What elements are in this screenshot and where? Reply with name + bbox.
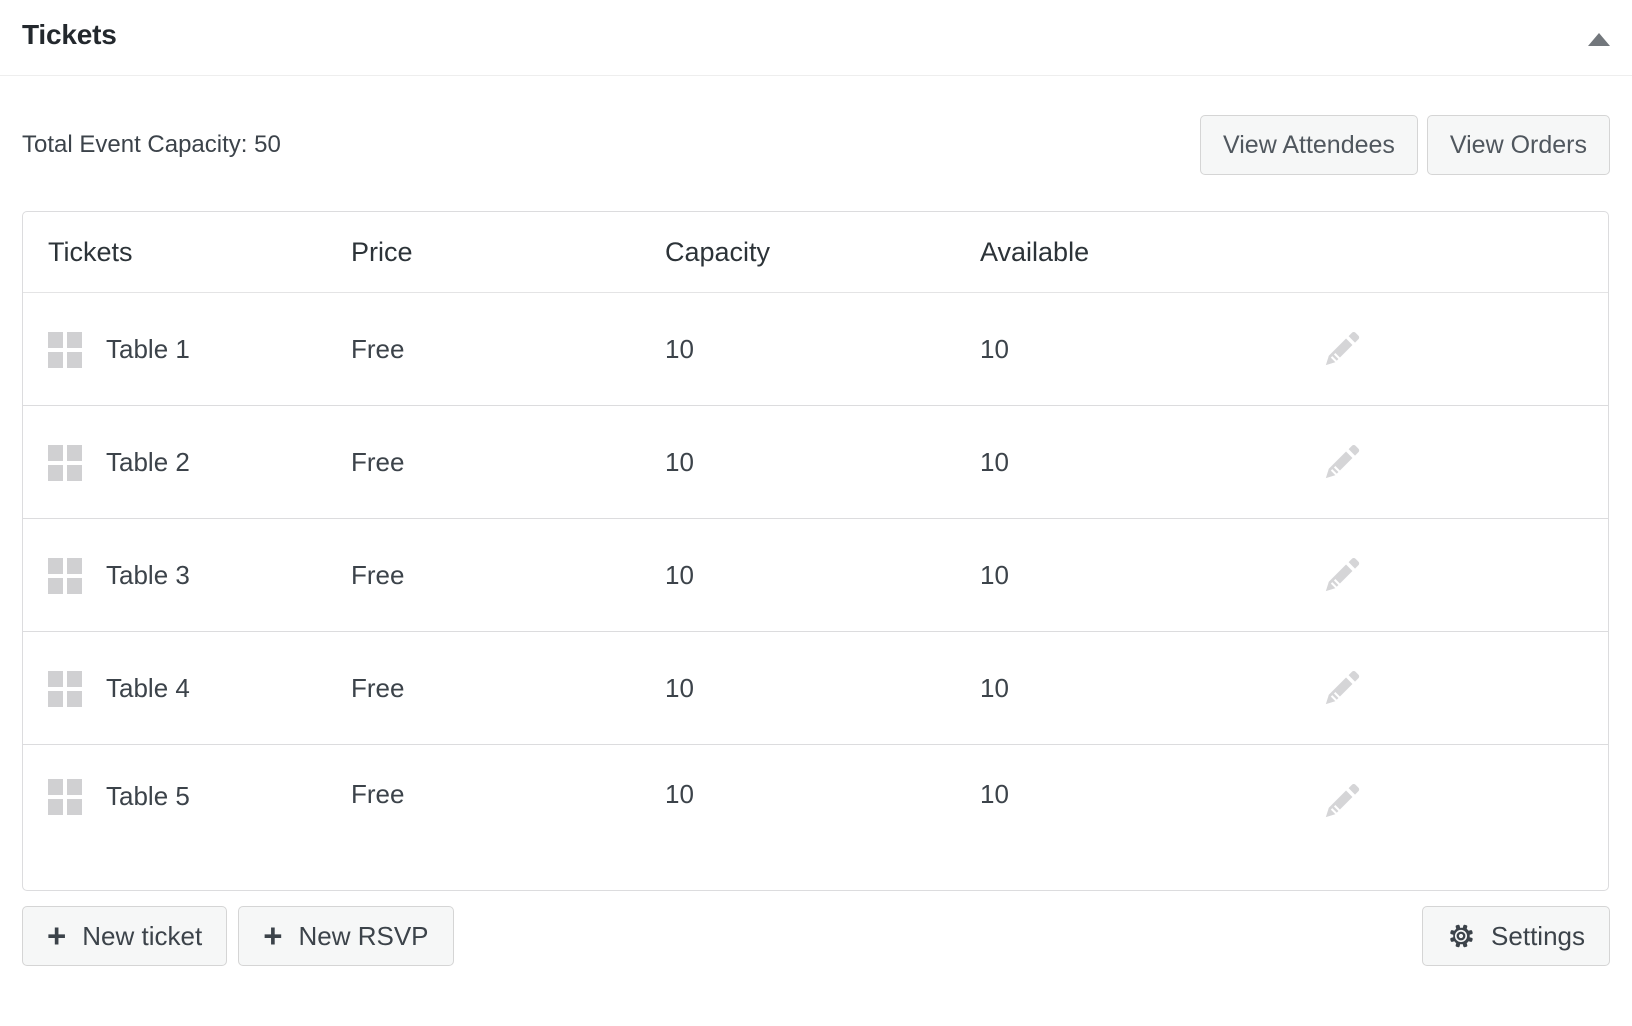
column-header-available: Available xyxy=(980,236,1090,267)
table-row: Table 5 Free 10 10 xyxy=(23,745,1608,890)
drag-square xyxy=(48,331,63,348)
drag-square xyxy=(67,690,82,707)
new-ticket-button[interactable]: + New ticket xyxy=(22,906,228,966)
drag-square xyxy=(67,577,82,594)
tickets-table: Tickets Price Capacity Available Table 1… xyxy=(22,211,1609,891)
drag-square xyxy=(67,464,82,481)
panel-header: Tickets xyxy=(0,0,1632,76)
table-row: Table 1 Free 10 10 xyxy=(23,293,1608,406)
drag-square xyxy=(67,557,82,574)
drag-square xyxy=(48,444,63,461)
drag-square xyxy=(48,779,63,795)
table-header-row: Tickets Price Capacity Available xyxy=(23,212,1608,293)
total-event-capacity-label: Total Event Capacity: 50 xyxy=(22,131,281,158)
ticket-capacity: 10 xyxy=(665,672,694,703)
settings-label: Settings xyxy=(1491,920,1585,951)
ticket-price: Free xyxy=(351,559,405,590)
drag-square xyxy=(67,670,82,687)
ticket-available: 10 xyxy=(980,446,1009,477)
plus-icon: + xyxy=(47,916,67,954)
ticket-price: Free xyxy=(351,333,405,364)
drag-handle-icon[interactable] xyxy=(48,557,82,594)
ticket-available: 10 xyxy=(980,672,1009,703)
table-row: Table 2 Free 10 10 xyxy=(23,406,1608,519)
gear-icon xyxy=(1450,924,1473,948)
ticket-actions xyxy=(1281,553,1608,597)
ticket-cell: Table 1 xyxy=(23,331,337,368)
ticket-cell: Table 2 xyxy=(23,444,337,481)
drag-square xyxy=(67,779,82,795)
plus-icon: + xyxy=(263,916,283,954)
footer-right-actions: Settings xyxy=(1422,906,1610,966)
column-header-price: Price xyxy=(351,236,413,267)
drag-square xyxy=(67,351,82,368)
view-attendees-button[interactable]: View Attendees xyxy=(1200,115,1418,175)
ticket-actions xyxy=(1281,327,1608,371)
ticket-available: 10 xyxy=(980,559,1009,590)
settings-button[interactable]: Settings xyxy=(1422,906,1610,966)
ticket-capacity: 10 xyxy=(665,779,694,809)
drag-square xyxy=(48,351,63,368)
drag-square xyxy=(48,799,63,815)
ticket-available: 10 xyxy=(980,779,1009,809)
pencil-edit-icon[interactable] xyxy=(1320,779,1364,823)
drag-handle-icon[interactable] xyxy=(48,444,82,481)
ticket-capacity: 10 xyxy=(665,333,694,364)
ticket-price: Free xyxy=(351,446,405,477)
drag-square xyxy=(48,690,63,707)
column-header-tickets: Tickets xyxy=(48,236,133,267)
ticket-name: Table 2 xyxy=(106,446,190,477)
table-row: Table 4 Free 10 10 xyxy=(23,632,1608,745)
drag-square xyxy=(48,670,63,687)
drag-square xyxy=(67,799,82,815)
page-title: Tickets xyxy=(22,19,117,50)
ticket-available: 10 xyxy=(980,333,1009,364)
drag-square xyxy=(67,444,82,461)
pencil-edit-icon[interactable] xyxy=(1320,666,1364,710)
ticket-actions xyxy=(1281,666,1608,710)
drag-handle-icon[interactable] xyxy=(48,779,82,815)
ticket-actions xyxy=(1281,779,1608,823)
ticket-cell: Table 4 xyxy=(23,670,337,707)
ticket-name: Table 5 xyxy=(106,781,190,811)
new-rsvp-label: New RSVP xyxy=(298,920,429,951)
ticket-name: Table 3 xyxy=(106,559,190,590)
drag-handle-icon[interactable] xyxy=(48,670,82,707)
ticket-price: Free xyxy=(351,672,405,703)
ticket-capacity: 10 xyxy=(665,446,694,477)
table-row: Table 3 Free 10 10 xyxy=(23,519,1608,632)
triangle-up-icon[interactable] xyxy=(1586,28,1612,50)
drag-square xyxy=(48,557,63,574)
column-header-capacity: Capacity xyxy=(665,236,771,267)
drag-square xyxy=(67,331,82,348)
pencil-edit-icon[interactable] xyxy=(1320,327,1364,371)
pencil-edit-icon[interactable] xyxy=(1320,440,1364,484)
pencil-edit-icon[interactable] xyxy=(1320,553,1364,597)
ticket-cell: Table 3 xyxy=(23,557,337,594)
drag-square xyxy=(48,577,63,594)
ticket-cell: Table 5 xyxy=(23,779,337,815)
ticket-name: Table 1 xyxy=(106,333,190,364)
footer-left-actions: + New ticket + New RSVP xyxy=(22,906,454,966)
ticket-price: Free xyxy=(351,779,405,809)
ticket-capacity: 10 xyxy=(665,559,694,590)
ticket-actions xyxy=(1281,440,1608,484)
new-ticket-label: New ticket xyxy=(82,920,203,951)
drag-square xyxy=(48,464,63,481)
triangle-up-glyph xyxy=(1588,32,1610,46)
drag-handle-icon[interactable] xyxy=(48,331,82,368)
top-actions: View Attendees View Orders xyxy=(1200,115,1610,175)
tickets-panel: Tickets Total Event Capacity: 50 View At… xyxy=(0,0,1632,1026)
new-rsvp-button[interactable]: + New RSVP xyxy=(238,906,454,966)
ticket-name: Table 4 xyxy=(106,672,190,703)
view-orders-button[interactable]: View Orders xyxy=(1426,115,1610,175)
